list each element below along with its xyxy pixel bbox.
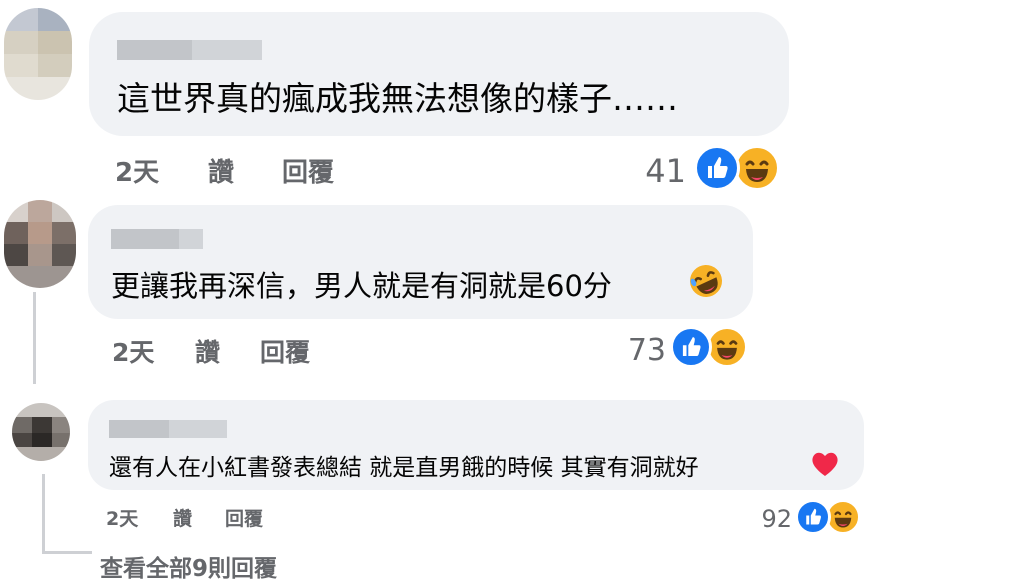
author-name-blurred[interactable] (117, 40, 192, 60)
haha-icon[interactable] (706, 326, 748, 368)
comment-text: 還有人在小紅書發表總結 就是直男餓的時候 其實有洞就好 (109, 455, 699, 481)
comment-time[interactable]: 2天 (112, 333, 154, 369)
like-icon[interactable] (795, 499, 831, 535)
view-more-replies-link[interactable]: 查看全部9則回覆 (100, 549, 277, 583)
comment-text: 更讓我再深信，男人就是有洞就是60分 (111, 269, 612, 303)
avatar[interactable] (4, 8, 72, 100)
author-name-blurred[interactable] (111, 229, 179, 249)
comment-time[interactable]: 2天 (115, 152, 159, 189)
haha-icon[interactable] (734, 145, 780, 191)
author-name-blurred[interactable] (192, 40, 262, 60)
reaction-count[interactable]: 92 (748, 505, 792, 533)
comment-bubble: 這世界真的瘋成我無法想像的樣子…… (89, 12, 789, 136)
like-icon[interactable] (670, 326, 712, 368)
thread-line (42, 474, 45, 554)
author-name-blurred[interactable] (179, 229, 203, 249)
author-name-blurred[interactable] (169, 420, 227, 438)
reaction-count[interactable]: 73 (612, 333, 666, 368)
thread-line (33, 292, 36, 384)
reply-button[interactable]: 回覆 (282, 152, 334, 189)
author-name-blurred[interactable] (109, 420, 169, 438)
avatar[interactable] (4, 200, 76, 288)
like-button[interactable]: 讚 (195, 333, 220, 369)
like-button[interactable]: 讚 (173, 504, 192, 531)
avatar[interactable] (12, 403, 70, 461)
rofl-emoji (688, 263, 724, 299)
reply-button[interactable]: 回覆 (225, 504, 263, 531)
comment-bubble: 還有人在小紅書發表總結 就是直男餓的時候 其實有洞就好 (88, 400, 864, 490)
like-button[interactable]: 讚 (208, 152, 234, 189)
comment-bubble: 更讓我再深信，男人就是有洞就是60分 (88, 205, 753, 319)
comment-text: 這世界真的瘋成我無法想像的樣子…… (117, 79, 678, 118)
thread-line (42, 551, 92, 554)
comment-time[interactable]: 2天 (106, 504, 138, 531)
reaction-count[interactable]: 41 (630, 152, 686, 190)
reply-button[interactable]: 回覆 (260, 333, 310, 369)
red-heart-emoji (810, 450, 840, 478)
like-icon[interactable] (694, 145, 740, 191)
